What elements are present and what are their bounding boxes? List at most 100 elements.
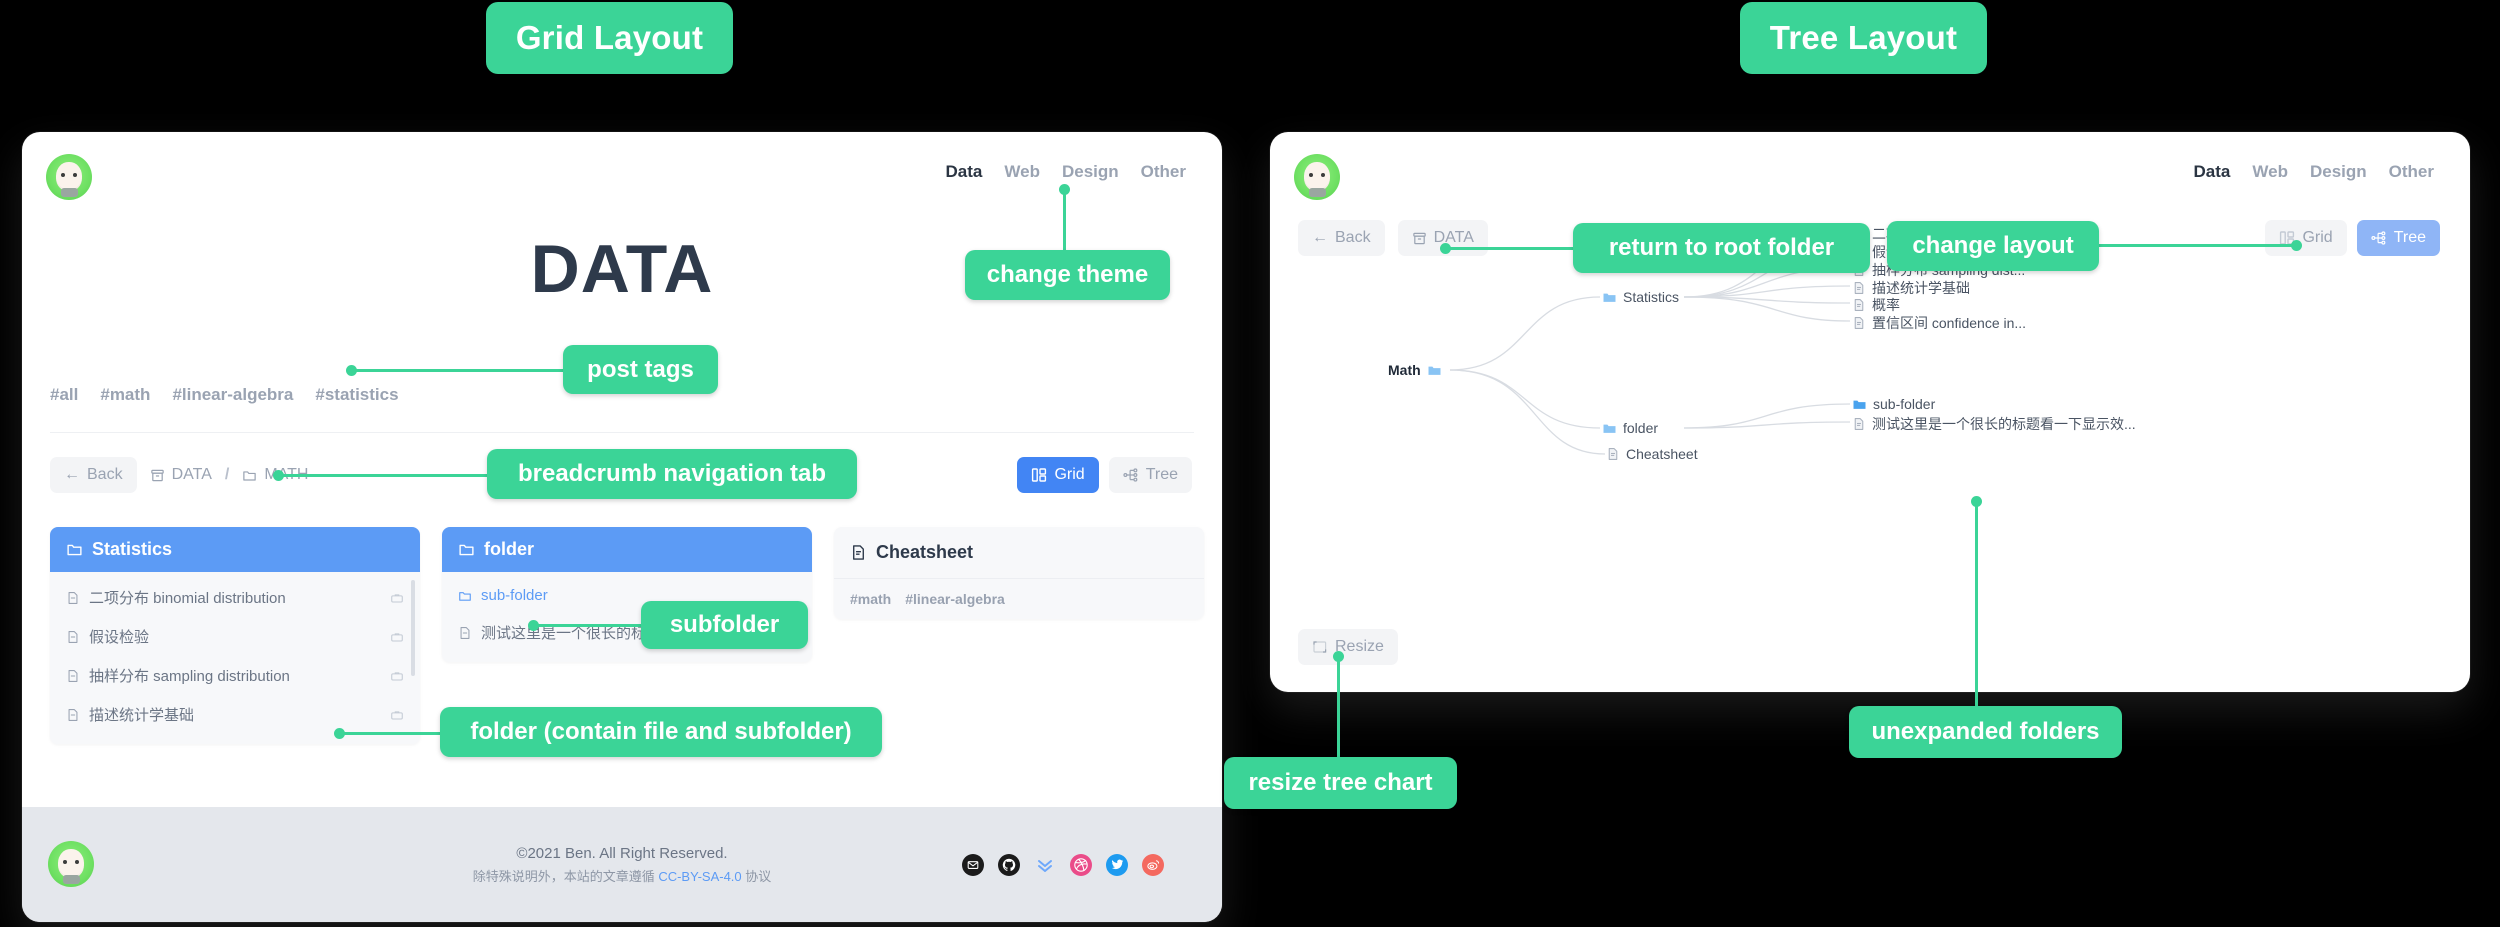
section-title-tree-layout: Tree Layout (1740, 2, 1987, 74)
callout-folder-contains: folder (contain file and subfolder) (440, 707, 882, 757)
crumb-root[interactable]: DATA (150, 466, 212, 484)
section-title-grid-layout: Grid Layout (486, 2, 733, 74)
footer: ©2021 Ben. All Right Reserved. 除特殊说明外，本站… (22, 807, 1222, 922)
tree-node-folder[interactable]: folder (1602, 420, 1658, 436)
tree-label: Tree (1145, 466, 1178, 483)
callout-resize-tree: resize tree chart (1224, 757, 1457, 809)
callout-line-return-root (1446, 247, 1579, 250)
file-icon (66, 591, 80, 605)
tree-node-statistics[interactable]: Statistics (1602, 289, 1679, 305)
tag-linear-algebra[interactable]: #linear-algebra (172, 385, 293, 405)
node-label: 置信区间 confidence in... (1872, 315, 2027, 331)
item-label: sub-folder (481, 587, 548, 604)
social-links (962, 853, 1164, 876)
tree-node-file[interactable]: 置信区间 confidence in... (1852, 313, 2026, 333)
item-label: 假设检验 (89, 629, 150, 646)
tree-chart[interactable]: Math Statistics folder Cheatsheet 描述统计学基… (1270, 132, 2470, 692)
callout-change-layout: change layout (1887, 221, 2099, 271)
item-label: 二项分布 binomial distribution (89, 590, 286, 607)
briefcase-icon (390, 630, 404, 644)
card-title: folder (484, 539, 535, 559)
layout-toggle-group: Grid Tree (1017, 457, 1192, 493)
card-tags: #math #linear-algebra (834, 579, 1204, 619)
node-label: Statistics (1623, 289, 1680, 305)
folder-card-statistics[interactable]: Statistics 二项分布 binomial distribution 假设… (50, 527, 420, 744)
list-item[interactable]: 抽样分布 sampling distribution (50, 656, 420, 695)
nav-item-design[interactable]: Design (1062, 162, 1119, 182)
list-item[interactable]: 二项分布 binomial distribution (50, 578, 420, 617)
callout-line-change-theme (1063, 190, 1066, 255)
callout-unexpanded-folders: unexpanded folders (1849, 706, 2122, 758)
tree-view-button[interactable]: Tree (1108, 457, 1192, 493)
folder-icon (242, 468, 257, 483)
node-label: 概率 (1872, 297, 1900, 313)
file-icon (458, 626, 472, 640)
license-link[interactable]: CC-BY-SA-4.0 (658, 869, 741, 884)
tree-node-subfolder[interactable]: sub-folder (1852, 396, 1935, 412)
tree-node-file[interactable]: 测试这里是一个很长的标题看一下显示效... (1852, 414, 2136, 434)
briefcase-icon (390, 669, 404, 683)
weibo-icon[interactable] (1142, 853, 1164, 876)
node-label: folder (1623, 420, 1659, 436)
divider (50, 432, 1194, 433)
tag-statistics[interactable]: #statistics (315, 385, 398, 405)
callout-line-change-layout (2096, 244, 2294, 247)
license-suffix: 协议 (741, 869, 772, 885)
resize-button[interactable]: Resize (1298, 629, 1398, 665)
tree-edges (1449, 231, 1851, 455)
folder-icon (66, 541, 83, 558)
callout-line-post-tags (352, 369, 567, 372)
card-title: Statistics (92, 539, 173, 559)
resize-icon (1312, 639, 1328, 655)
github-icon[interactable] (998, 853, 1020, 876)
file-card-cheatsheet[interactable]: Cheatsheet #math #linear-algebra (834, 527, 1204, 619)
email-icon[interactable] (962, 853, 984, 876)
list-item[interactable]: 描述统计学基础 (50, 695, 420, 734)
grid-view-button[interactable]: Grid (1017, 457, 1099, 493)
briefcase-icon (390, 591, 404, 605)
card-header: folder (442, 527, 812, 572)
item-label: 抽样分布 sampling distribution (89, 668, 290, 685)
twitter-icon[interactable] (1106, 853, 1128, 876)
node-label: Cheatsheet (1626, 446, 1698, 462)
card-header: Statistics (50, 527, 420, 572)
callout-subfolder: subfolder (641, 601, 808, 649)
tag-linear-algebra[interactable]: #linear-algebra (905, 591, 1005, 607)
tree-icon (1123, 467, 1139, 483)
license-prefix: 除特殊说明外，本站的文章遵循 (472, 869, 659, 885)
file-icon (1852, 298, 1866, 312)
avatar[interactable] (46, 154, 92, 200)
node-label: Math (1388, 362, 1421, 378)
file-icon (1606, 447, 1620, 461)
node-label: sub-folder (1873, 396, 1936, 412)
chevrons-down-icon[interactable] (1034, 854, 1056, 876)
nav-item-other[interactable]: Other (1141, 162, 1186, 182)
grid-icon (1031, 467, 1047, 483)
tree-layout-window: Data Web Design Other ← Back DATA Grid T… (1270, 132, 2470, 692)
document-icon (850, 544, 867, 561)
callout-line-resize (1337, 655, 1340, 761)
file-icon (66, 669, 80, 683)
tree-node-math[interactable]: Math (1388, 362, 1442, 378)
tag-all[interactable]: #all (50, 385, 78, 405)
briefcase-icon (390, 708, 404, 722)
folder-icon (1602, 290, 1617, 305)
crumb-separator: / (224, 466, 230, 483)
callout-post-tags: post tags (563, 345, 718, 394)
folder-icon (458, 589, 472, 603)
list-item[interactable]: 假设检验 (50, 617, 420, 656)
nav-item-data[interactable]: Data (946, 162, 983, 182)
file-icon (1852, 316, 1866, 330)
nav-item-web[interactable]: Web (1004, 162, 1040, 182)
tag-math[interactable]: #math (100, 385, 150, 405)
card-header: Cheatsheet (834, 527, 1204, 579)
file-icon (1852, 417, 1866, 431)
arrow-left-icon: ← (64, 466, 80, 483)
scrollbar-thumb[interactable] (411, 580, 415, 676)
callout-change-theme: change theme (965, 250, 1170, 300)
tag-math[interactable]: #math (850, 591, 891, 607)
tree-node-cheatsheet[interactable]: Cheatsheet (1606, 446, 1698, 462)
dribbble-icon[interactable] (1070, 853, 1092, 876)
back-button[interactable]: ← Back (50, 457, 137, 493)
tree-node-file[interactable]: 概率 (1852, 295, 1900, 315)
